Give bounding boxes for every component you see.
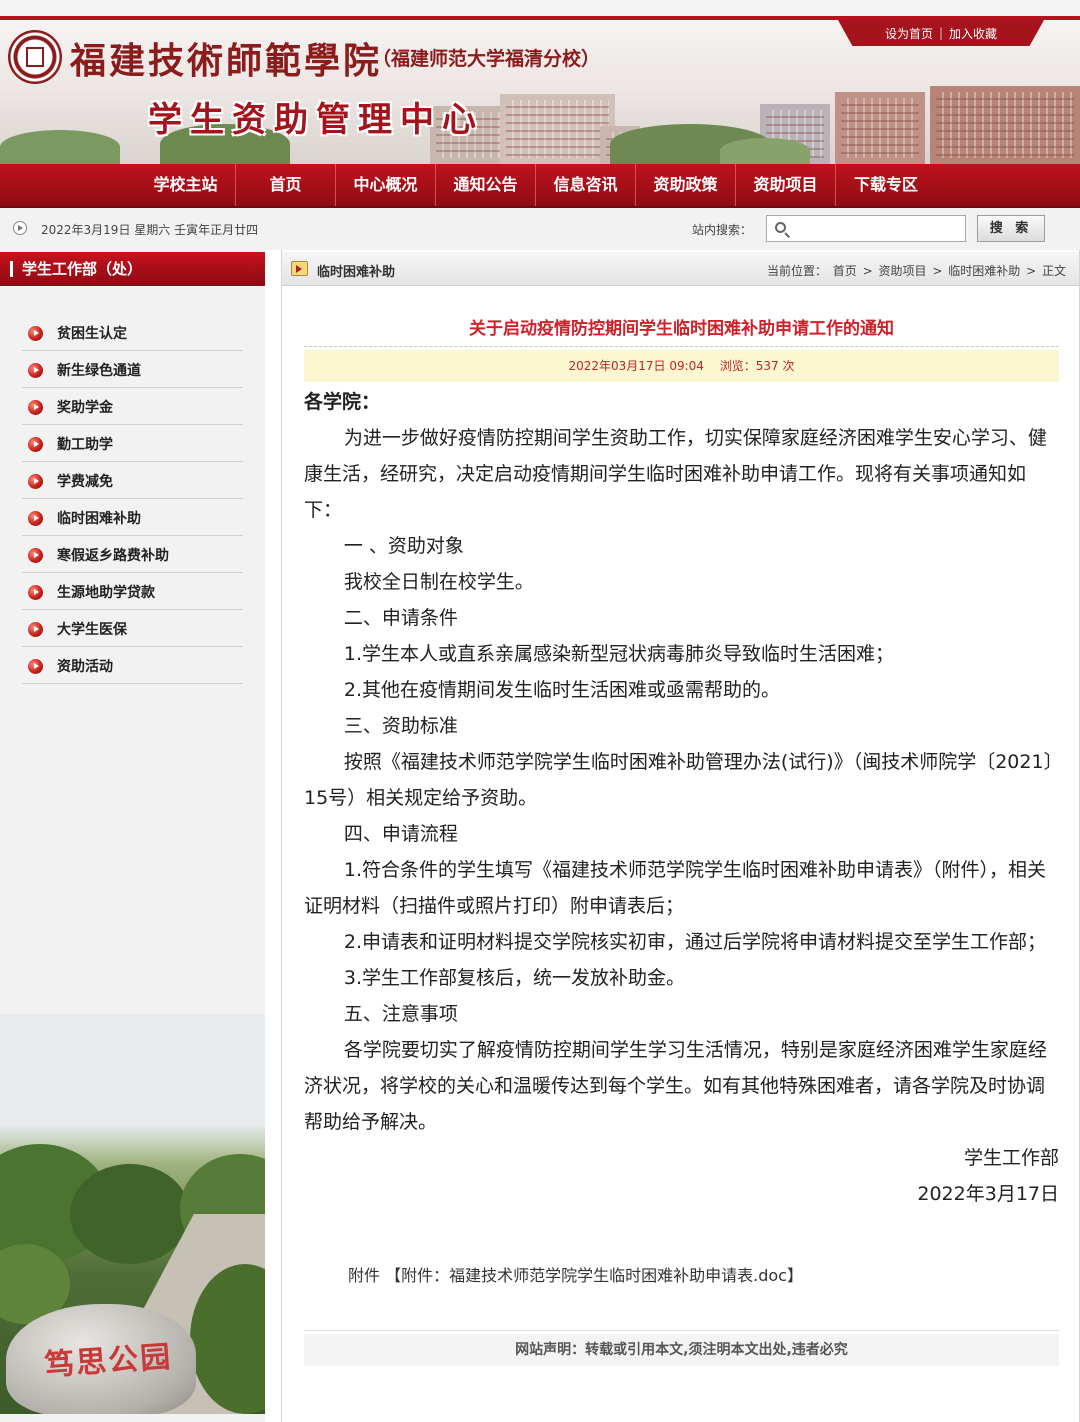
nav-item-projects[interactable]: 资助项目 [736,164,836,206]
attachment-label: 附件 [348,1266,381,1285]
signature: 学生工作部 [963,1147,1059,1169]
sidebar-menu: 贫困生认定 新生绿色通道 奖助学金 勤工助学 学费减免 临时困难补助 寒假返乡路… [22,314,243,684]
search-input[interactable] [766,215,966,242]
clock-icon [13,221,27,235]
sidebar-item-label: 贫困生认定 [57,326,127,342]
site-statement: 网站声明：转载或引用本文,须注明本文出处,违者必究 [304,1334,1059,1366]
search-label: 站内搜索： [692,223,753,237]
nav-item-policy[interactable]: 资助政策 [636,164,736,206]
sidebar-item-scholarships[interactable]: 奖助学金 [22,388,243,425]
school-name: 福建技術師範學院 [70,40,383,82]
sidebar-item-temporary-hardship[interactable]: 临时困难补助 [22,499,243,536]
main-nav: 学校主站 首页 中心概况 通知公告 信息咨讯 资助政策 资助项目 下载专区 [0,164,1080,208]
breadcrumb-home[interactable]: 首页 [833,264,857,278]
campus-photo: 笃思公园 [0,1014,265,1414]
sidebar-item-label: 生源地助学贷款 [57,585,155,601]
breadcrumb-projects[interactable]: 资助项目 [879,264,927,278]
search-button[interactable]: 搜 索 [977,215,1045,242]
link-separator: | [938,26,944,40]
paragraph: 3.学生工作部复核后，统一发放补助金。 [343,967,686,989]
sidebar-item-activities[interactable]: 资助活动 [22,647,243,684]
nav-item-home[interactable]: 首页 [236,164,336,206]
arrow-bullet-icon [28,622,43,637]
sign-date: 2022年3月17日 [917,1183,1059,1205]
sidebar-item-label: 临时困难补助 [57,511,141,527]
nav-item-downloads[interactable]: 下载专区 [836,164,936,206]
site-header-banner: 福建技術師範學院 （福建师范大学福清分校） 学生资助管理中心 设为首页 | 加入… [0,0,1080,164]
sidebar-item-student-loan[interactable]: 生源地助学贷款 [22,573,243,610]
section-heading: 四、申请流程 [343,823,458,845]
paragraph: 我校全日制在校学生。 [343,571,534,593]
sidebar-item-work-study[interactable]: 勤工助学 [22,425,243,462]
paragraph: 按照《福建技术师范学院学生临时困难补助管理办法(试行)》（闽技术师院学〔2021… [304,751,1054,809]
center-name: 学生资助管理中心 [148,100,484,140]
attachment-link[interactable]: 【附件：福建技术师范学院学生临时困难补助申请表.doc】 [385,1266,803,1285]
sidebar-item-label: 资助活动 [57,659,113,675]
article-title: 关于启动疫情防控期间学生临时困难补助申请工作的通知 [469,319,894,339]
breadcrumb: 当前位置： 首页 > 资助项目 > 临时困难补助 > 正文 [766,262,1067,279]
footer-divider [304,1330,1059,1331]
add-favorite-link[interactable]: 加入收藏 [949,25,997,42]
arrow-bullet-icon [28,548,43,563]
search-icon [775,222,786,233]
current-date: 2022年3月19日 星期六 壬寅年正月廿四 [41,223,259,237]
school-seal-logo[interactable] [8,30,62,84]
salutation: 各学院： [304,391,381,413]
nav-item-overview[interactable]: 中心概况 [336,164,436,206]
top-links: 设为首页 | 加入收藏 [838,20,1044,46]
section-heading: 三、资助标准 [343,715,458,737]
paragraph: 2.申请表和证明材料提交学院核实初审，通过后学院将申请材料提交至学生工作部； [343,931,1047,953]
sidebar-item-label: 奖助学金 [57,400,113,416]
paragraph: 2.其他在疫情期间发生临时生活困难或亟需帮助的。 [343,679,781,701]
attachment-line: 附件 【附件：福建技术师范学院学生临时困难补助申请表.doc】 [348,1262,803,1286]
breadcrumb-separator: > [932,264,943,278]
section-heading: 二、申请条件 [343,607,458,629]
publish-datetime: 2022年03月17日 09:04 [568,359,704,373]
arrow-bullet-icon [28,363,43,378]
breadcrumb-separator: > [1026,264,1037,278]
sidebar-item-label: 寒假返乡路费补助 [57,548,169,564]
paragraph: 1.符合条件的学生填写《福建技术师范学院学生临时困难补助申请表》（附件），相关证… [304,859,1047,917]
sidebar-item-label: 新生绿色通道 [57,363,141,379]
document-icon [291,261,308,276]
section-heading: 一 、资助对象 [343,535,464,557]
paragraph: 为进一步做好疫情防控期间学生资助工作，切实保障家庭经济困难学生安心学习、健康生活… [304,427,1047,521]
nav-item-school-site[interactable]: 学校主站 [136,164,236,206]
arrow-bullet-icon [28,659,43,674]
breadcrumb-label: 当前位置： [766,264,827,278]
title-divider [304,346,1059,347]
article-body: 各学院： 为进一步做好疫情防控期间学生资助工作，切实保障家庭经济困难学生安心学习… [304,384,1059,1212]
nav-item-notices[interactable]: 通知公告 [436,164,536,206]
arrow-bullet-icon [28,585,43,600]
breadcrumb-separator: > [862,264,873,278]
sidebar-item-poverty-identification[interactable]: 贫困生认定 [22,314,243,351]
sidebar-item-green-channel[interactable]: 新生绿色通道 [22,351,243,388]
content-header: 临时困难补助 当前位置： 首页 > 资助项目 > 临时困难补助 > 正文 [282,252,1079,286]
section-heading: 五、注意事项 [343,1003,458,1025]
sidebar-item-label: 学费减免 [57,474,113,490]
breadcrumb-current: 正文 [1041,264,1066,278]
paragraph: 各学院要切实了解疫情防控期间学生学习生活情况，特别是家庭经济困难学生家庭经济状况… [304,1039,1047,1133]
sidebar-item-label: 大学生医保 [57,622,127,638]
sidebar-item-medical-insurance[interactable]: 大学生医保 [22,610,243,647]
sidebar-item-label: 勤工助学 [57,437,113,453]
arrow-bullet-icon [28,474,43,489]
sidebar-item-travel-subsidy[interactable]: 寒假返乡路费补助 [22,536,243,573]
set-homepage-link[interactable]: 设为首页 [885,25,933,42]
arrow-bullet-icon [28,437,43,452]
paragraph: 1.学生本人或直系亲属感染新型冠状病毒肺炎导致临时生活困难； [343,643,895,665]
sidebar-item-tuition-waiver[interactable]: 学费减免 [22,462,243,499]
main-content: 临时困难补助 当前位置： 首页 > 资助项目 > 临时困难补助 > 正文 关于启… [281,250,1080,1422]
rock-inscription: 笃思公园 [43,1339,174,1384]
section-title: 临时困难补助 [317,265,396,280]
arrow-bullet-icon [28,400,43,415]
article-meta: 2022年03月17日 09:04 浏览：537 次 [304,350,1059,382]
school-subtitle: （福建师范大学福清分校） [372,48,601,70]
arrow-bullet-icon [28,326,43,341]
breadcrumb-hardship[interactable]: 临时困难补助 [948,264,1020,278]
view-count: 浏览：537 次 [719,359,795,373]
sidebar-title: 学生工作部（处） [0,252,265,286]
nav-item-news[interactable]: 信息咨讯 [536,164,636,206]
arrow-bullet-icon [28,511,43,526]
